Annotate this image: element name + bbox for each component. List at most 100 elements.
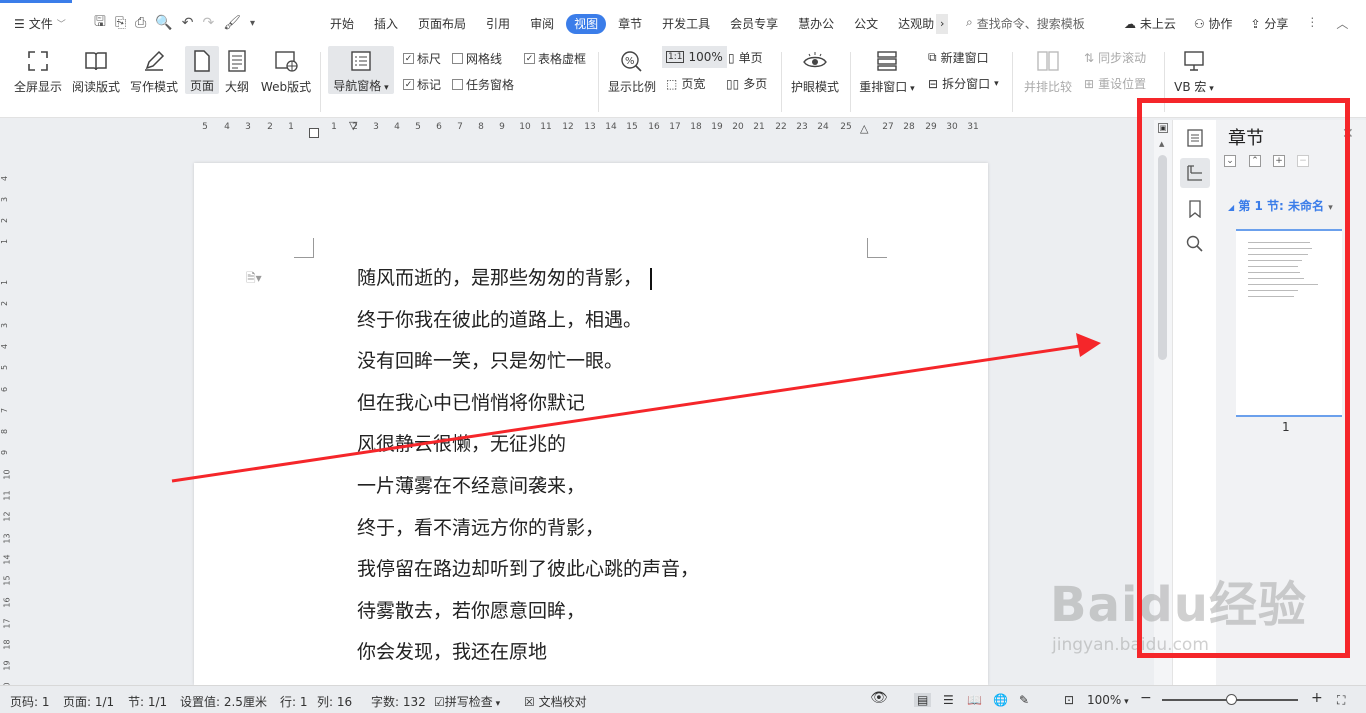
zoom-out-icon[interactable]: −	[1140, 690, 1152, 706]
tab-references[interactable]: 引用	[478, 14, 518, 34]
single-page-icon: ▯	[728, 50, 735, 65]
tab-daguan[interactable]: 达观助	[890, 14, 936, 34]
multi-page-button[interactable]: ▯▯ 多页	[726, 75, 767, 92]
read-mode-button[interactable]: 阅读版式	[70, 48, 122, 95]
file-menu[interactable]: ☰ 文件 ﹀	[14, 15, 66, 32]
text-line: 终于你我在彼此的道路上，相遇。	[357, 308, 643, 331]
ruler-tick-label: 7	[457, 122, 463, 132]
ruler-tick-label: 30	[946, 122, 958, 132]
document-page[interactable]: 🗎▾ 随风而逝的，是那些匆匆的背影， 终于你我在彼此的道路上，相遇。 没有回眸一…	[194, 163, 988, 685]
new-window-button[interactable]: ⧉ 新建窗口	[928, 49, 989, 66]
eye-protect-button[interactable]: 护眼模式	[788, 48, 842, 95]
status-row[interactable]: 行: 1	[280, 693, 308, 710]
tab-insert[interactable]: 插入	[366, 14, 406, 34]
outline-button[interactable]: 大纲	[222, 48, 252, 95]
zoom-button[interactable]: % 显示比例	[606, 48, 658, 95]
status-col[interactable]: 列: 16	[317, 693, 352, 710]
nav-pane-button[interactable]: 导航窗格 ▾	[328, 46, 394, 94]
marks-checkbox[interactable]: ✓ 标记	[403, 76, 441, 93]
zoom-slider-knob[interactable]	[1226, 694, 1237, 705]
task-pane-checkbox[interactable]: 任务窗格	[452, 76, 514, 93]
status-word-count[interactable]: 字数: 132	[371, 693, 426, 710]
tab-smart-office[interactable]: 慧办公	[790, 14, 842, 34]
collab-label: 协作	[1208, 17, 1233, 31]
gridlines-box-icon	[452, 53, 463, 64]
command-search[interactable]: ⌕ 查找命令、搜索模板	[966, 15, 1085, 32]
write-mode-button[interactable]: 写作模式	[128, 48, 180, 95]
print-preview-icon[interactable]: 🔍	[155, 15, 172, 31]
quick-access-toolbar: 🖫 ⎘ ⎙ 🔍 ↶ ↷ 🖌 ▾	[94, 13, 255, 33]
sync-scroll-icon: ⇅	[1084, 50, 1095, 65]
status-section[interactable]: 节: 1/1	[128, 693, 167, 710]
collab-button[interactable]: ⚇ 协作	[1194, 15, 1233, 32]
reset-position-button[interactable]: ⊞ 重设位置	[1084, 75, 1146, 92]
more-menu-icon[interactable]: ⋮	[1306, 15, 1318, 32]
undo-icon[interactable]: ↶	[182, 15, 194, 31]
active-accent-line	[0, 0, 72, 3]
tab-member[interactable]: 会员专享	[722, 14, 786, 34]
eye-protect-label: 护眼模式	[790, 80, 839, 94]
paragraph-options-icon[interactable]: 🗎▾	[246, 269, 262, 290]
arrange-window-button[interactable]: 重排窗口 ▾	[856, 48, 918, 95]
fullscreen-status-icon[interactable]: ⛶	[1337, 693, 1345, 708]
web-view-status-icon[interactable]: 🌐	[993, 693, 1008, 707]
collapse-ribbon-icon[interactable]: ︿	[1336, 15, 1348, 32]
vertical-ruler[interactable]: 43211234567891011121314151617181920	[0, 140, 14, 692]
text-line: 你会发现，我还在原地	[357, 641, 548, 664]
ruler-indent-marker[interactable]	[309, 128, 319, 138]
tab-chapter[interactable]: 章节	[610, 14, 650, 34]
print-icon[interactable]: ⎙	[135, 15, 146, 31]
table-frame-checkbox[interactable]: ✓ 表格虚框	[524, 50, 586, 67]
ruler-first-indent-marker[interactable]: ▽	[349, 119, 357, 132]
ruler-tick-label: 8	[478, 122, 484, 132]
tabs-more-icon[interactable]: ›	[936, 14, 949, 34]
tab-developer[interactable]: 开发工具	[654, 14, 718, 34]
web-view-button[interactable]: Web版式	[257, 48, 315, 95]
zoom-value[interactable]: 100% ▾	[1087, 693, 1129, 707]
zoom-100-button[interactable]: 1:1 100%	[662, 46, 727, 68]
ruler-tick-label: 18	[690, 122, 702, 132]
hamburger-icon: ☰	[14, 16, 25, 31]
split-window-button[interactable]: ⊟ 拆分窗口 ▾	[928, 75, 999, 92]
side-compare-button[interactable]: 并排比较	[1020, 48, 1076, 95]
export-icon[interactable]: ⎘	[115, 15, 126, 31]
tab-start[interactable]: 开始	[322, 14, 362, 34]
page-view-button[interactable]: 页面	[185, 46, 219, 94]
outline-view-status-icon[interactable]: ☰	[943, 693, 954, 707]
gridlines-checkbox[interactable]: 网格线	[452, 50, 502, 67]
tab-view[interactable]: 视图	[566, 14, 607, 34]
fit-page-icon[interactable]: ⊡	[1064, 693, 1074, 707]
fullscreen-button[interactable]: 全屏显示	[12, 48, 64, 95]
sync-scroll-button[interactable]: ⇅ 同步滚动	[1084, 49, 1146, 66]
status-setting[interactable]: 设置值: 2.5厘米	[180, 693, 267, 710]
status-page-code[interactable]: 页码: 1	[10, 693, 50, 710]
ruler-tick-label: 20	[732, 122, 744, 132]
tab-page-layout[interactable]: 页面布局	[410, 14, 474, 34]
share-button[interactable]: ⇪ 分享	[1250, 15, 1288, 32]
document-body[interactable]: 随风而逝的，是那些匆匆的背影， 终于你我在彼此的道路上，相遇。 没有回眸一笑，只…	[357, 266, 699, 682]
cloud-upload-button[interactable]: ☁ 未上云	[1124, 15, 1176, 32]
tab-official-doc[interactable]: 公文	[846, 14, 886, 34]
single-page-button[interactable]: ▯ 单页	[728, 49, 763, 66]
format-painter-icon[interactable]: 🖌	[223, 15, 241, 31]
spell-check-button[interactable]: ☑拼写检查 ▾	[434, 693, 500, 710]
read-view-status-icon[interactable]: 📖	[967, 693, 982, 707]
ruler-checkbox[interactable]: ✓ 标尺	[403, 50, 441, 67]
ruler-tick-label: 5	[415, 122, 421, 132]
status-pages[interactable]: 页面: 1/1	[63, 693, 114, 710]
redo-icon[interactable]: ↷	[203, 15, 215, 31]
page-view-label: 页面	[189, 79, 214, 93]
ruler-tick-label: 19	[711, 122, 723, 132]
page-view-status-icon[interactable]: ▤	[914, 693, 932, 707]
doc-proof-button[interactable]: ☒ 文档校对	[524, 693, 587, 710]
tab-review[interactable]: 审阅	[522, 14, 562, 34]
vb-macro-button[interactable]: VB 宏 ▾	[1170, 48, 1218, 95]
eye-mode-icon[interactable]: 👁	[870, 690, 888, 706]
zoom-in-icon[interactable]: +	[1311, 690, 1323, 706]
write-view-status-icon[interactable]: ✎	[1019, 693, 1029, 707]
page-width-button[interactable]: ⬚ 页宽	[666, 75, 705, 92]
customize-icon[interactable]: ▾	[250, 18, 255, 29]
ruler-right-indent-marker[interactable]: △	[860, 122, 868, 135]
save-icon[interactable]: 🖫	[94, 11, 106, 35]
ruler-tick-label: 2	[0, 301, 10, 307]
